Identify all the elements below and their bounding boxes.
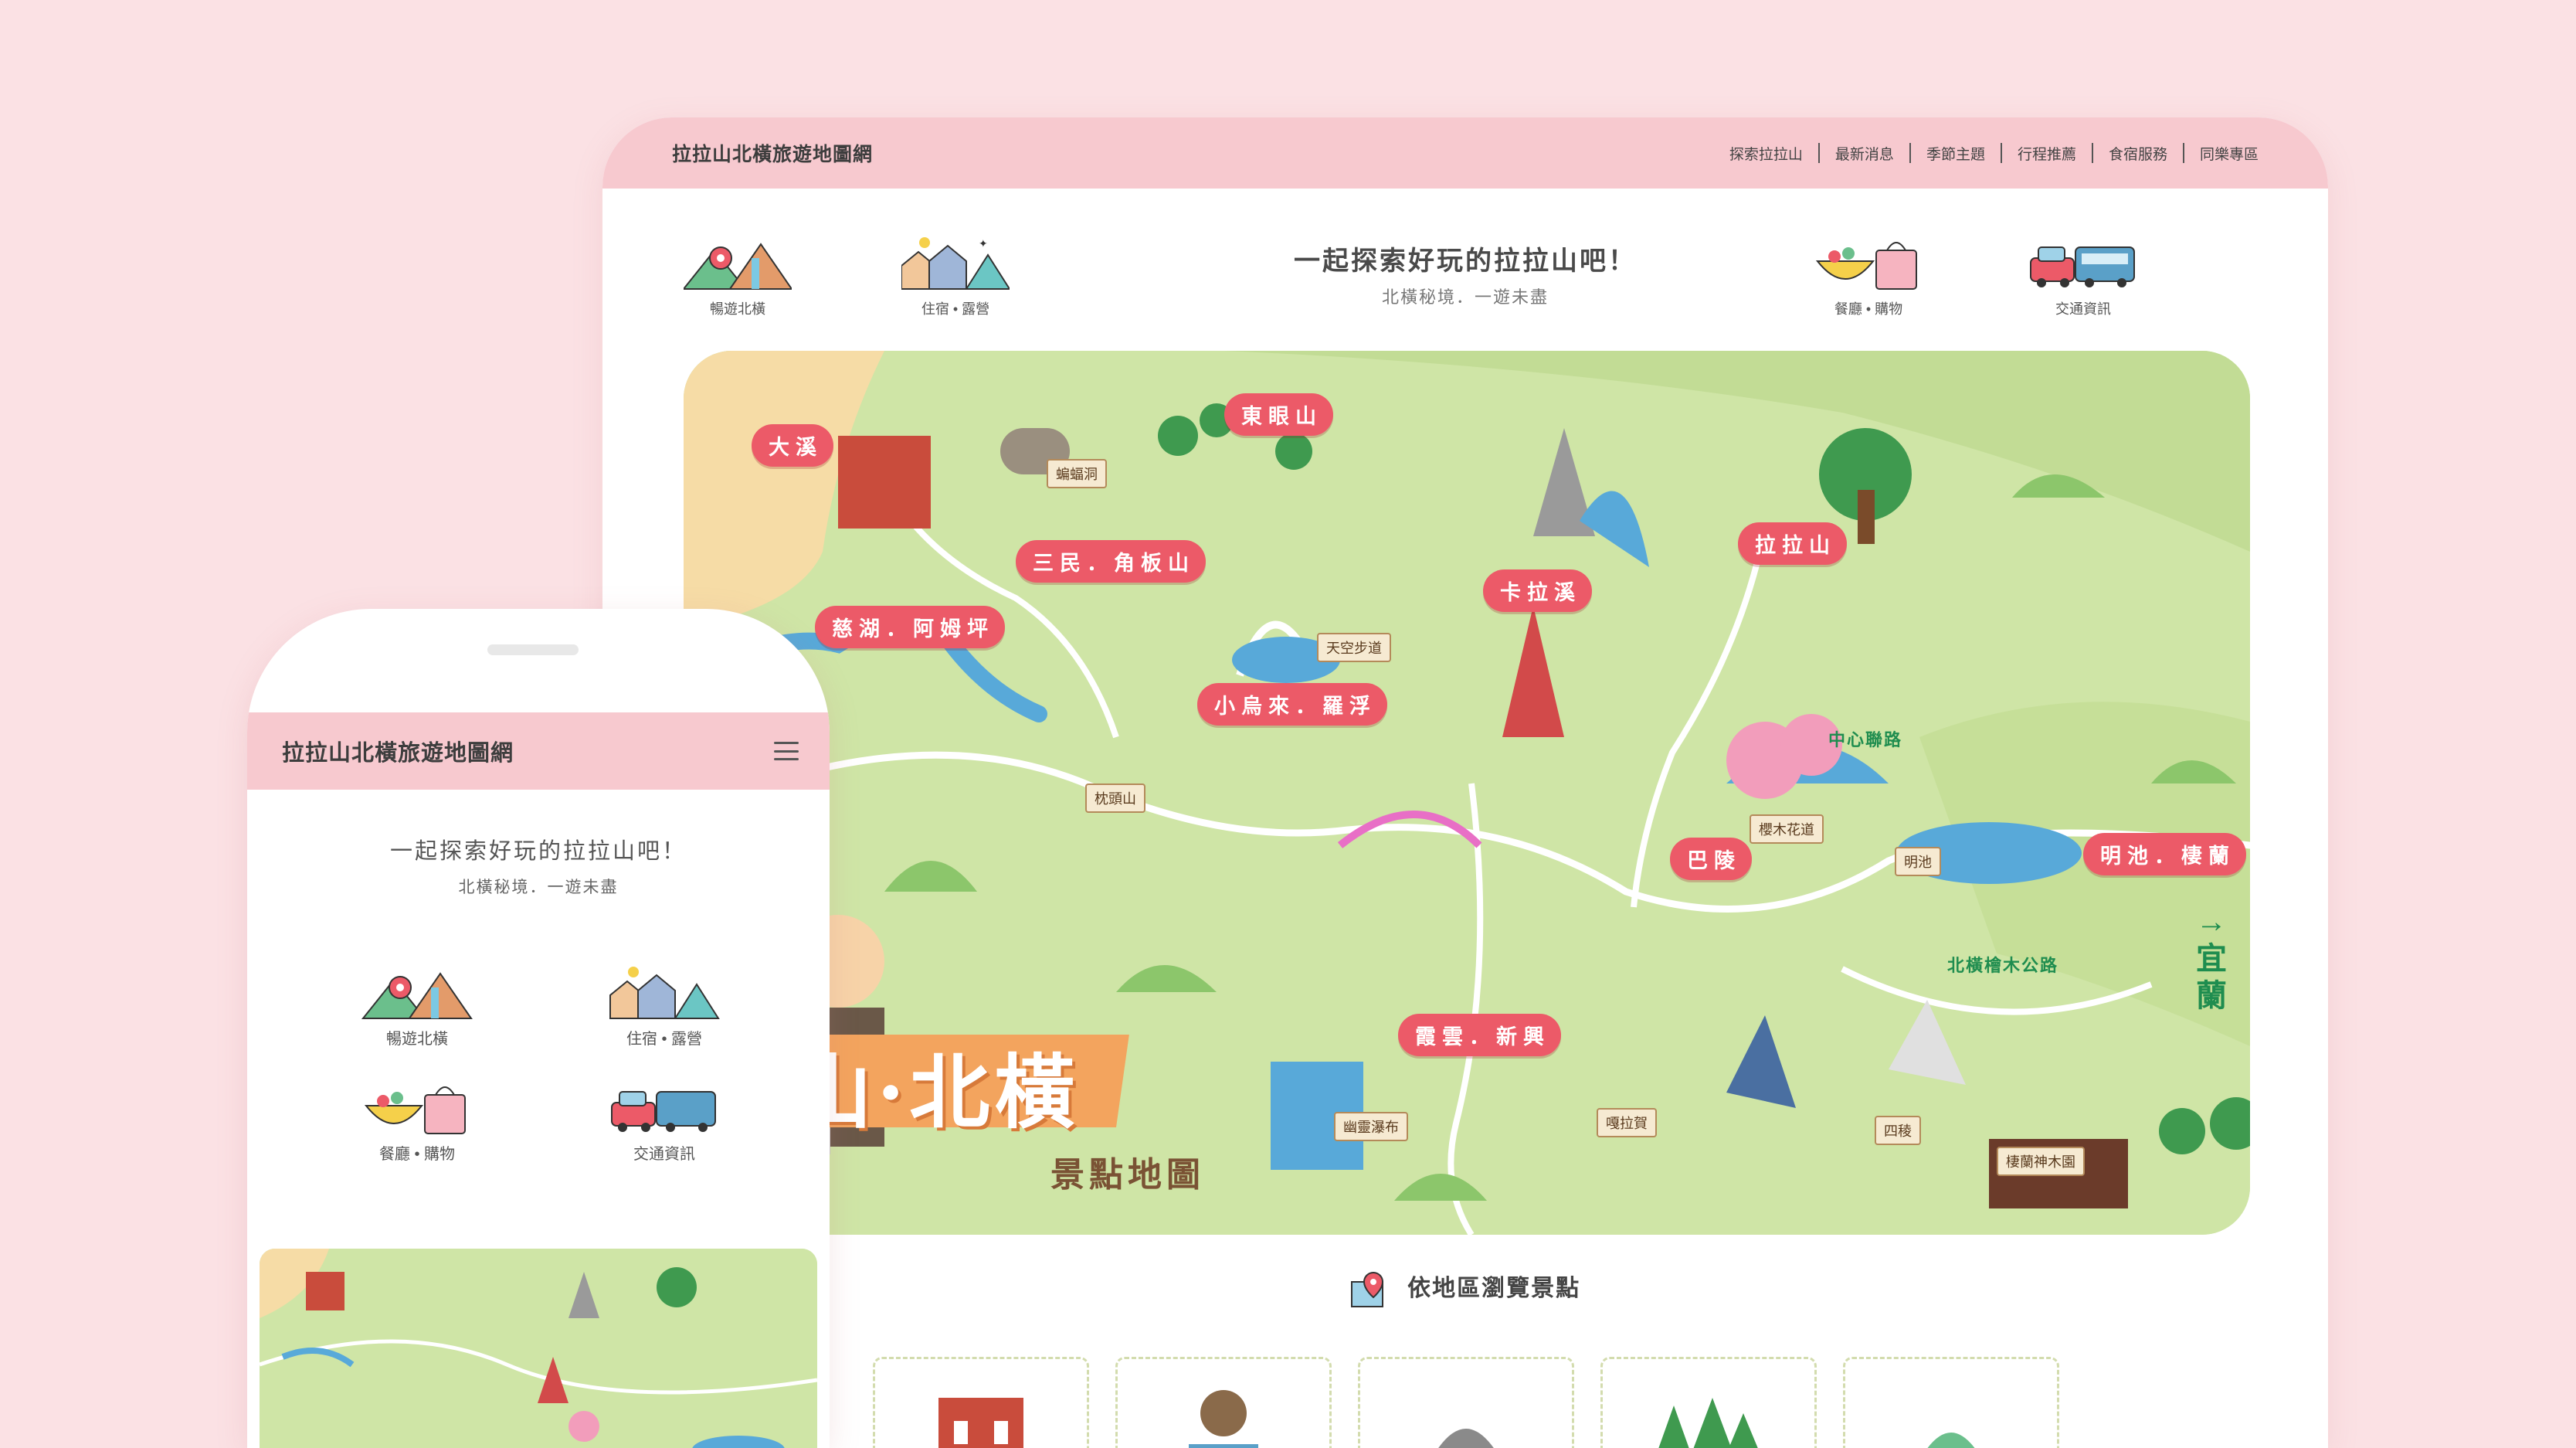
mobile-quick-link-transport[interactable]: 交通資訊 xyxy=(541,1079,788,1164)
mobile-header: 拉拉山北橫旅遊地圖網 xyxy=(247,712,830,790)
hamburger-menu-icon[interactable] xyxy=(774,742,799,760)
mobile-quick-link-tour[interactable]: 暢遊北橫 xyxy=(294,964,541,1049)
region-card-dongyanshan[interactable] xyxy=(1600,1357,1817,1448)
road-label-center: 中心聯路 xyxy=(1828,730,1903,749)
sign-cherry-road: 櫻木花道 xyxy=(1750,814,1824,844)
mobile-quick-link-food[interactable]: 餐廳 • 購物 xyxy=(294,1079,541,1164)
mobile-map-illustration xyxy=(260,1249,817,1448)
mobile-quick-links: 暢遊北橫 住宿 • 露營 餐廳 • 購物 交通資訊 xyxy=(294,964,788,1164)
map-subtitle: 景點地圖 xyxy=(1050,1155,1205,1195)
sign-bat-cave: 蝙蝠洞 xyxy=(1047,459,1107,488)
mobile-hero-title: 一起探索好玩的拉拉山吧！ xyxy=(389,839,687,864)
cave-illustration xyxy=(1438,1429,1494,1448)
sign-galahe: 嘎拉賀 xyxy=(1597,1108,1657,1137)
mobile-hero: 一起探索好玩的拉拉山吧！ 北橫秘境．一遊未盡 xyxy=(247,833,830,898)
nav-fun-zone[interactable]: 同樂專區 xyxy=(2184,143,2259,164)
site-logo[interactable]: 拉拉山北橫旅遊地圖網 xyxy=(672,139,873,167)
sign-qilan-tree-park: 棲蘭神木園 xyxy=(1997,1147,2085,1176)
map-pin-kala[interactable]: 卡拉溪 xyxy=(1483,569,1592,612)
mobile-quick-link-label: 住宿 • 露營 xyxy=(626,1031,703,1048)
mobile-hero-subtitle: 北橫秘境．一遊未盡 xyxy=(458,879,619,896)
map-pin-icon xyxy=(1350,1272,1383,1308)
region-card-cihu[interactable] xyxy=(1115,1357,1332,1448)
map-pin-lalashan[interactable]: 拉拉山 xyxy=(1738,522,1847,565)
statue-illustration xyxy=(1189,1390,1258,1448)
car-bus-icon xyxy=(611,1091,716,1132)
sign-sky-walk: 天空步道 xyxy=(1317,633,1391,662)
region-card-sanmin[interactable] xyxy=(1358,1357,1574,1448)
road-label-north-cross: 北橫檜木公路 xyxy=(1947,956,2059,975)
mobile-quick-link-label: 餐廳 • 購物 xyxy=(378,1146,456,1163)
building-illustration xyxy=(938,1398,1023,1448)
map-pin-xiaowulai-luofu[interactable]: 小烏來．羅浮 xyxy=(1197,683,1387,726)
skywalk-illustration xyxy=(1927,1433,1975,1448)
mobile-quick-link-lodging[interactable]: 住宿 • 露營 xyxy=(541,964,788,1049)
region-cards xyxy=(873,1357,2059,1448)
nav-explore[interactable]: 探索拉拉山 xyxy=(1714,143,1818,164)
nav-seasonal[interactable]: 季節主題 xyxy=(1911,143,2001,164)
sign-mingchi: 明池 xyxy=(1895,847,1941,876)
hero-subtitle: 北橫秘境．一遊未盡 xyxy=(1381,287,1549,307)
map-pin-daxi[interactable]: 大溪 xyxy=(752,424,833,467)
quick-links-bar: 暢遊北橫 ✦ 住宿 • 露營 餐廳 • 購物 交通資訊 一起探索好玩的拉拉山吧！… xyxy=(602,189,2328,343)
nav-news[interactable]: 最新消息 xyxy=(1820,143,1909,164)
sign-ghost-falls: 幽靈瀑布 xyxy=(1334,1112,1408,1141)
mobile-tourist-map[interactable] xyxy=(260,1249,817,1448)
mobile-mockup: 拉拉山北橫旅遊地圖網 一起探索好玩的拉拉山吧！ 北橫秘境．一遊未盡 暢遊北橫 住… xyxy=(247,609,830,1448)
map-pin-baling[interactable]: 巴陵 xyxy=(1670,838,1752,880)
map-pin-mingchi-qilan[interactable]: 明池．棲蘭 xyxy=(2083,833,2246,875)
map-pin-sanmin-jiaobanshan[interactable]: 三民．角板山 xyxy=(1016,540,1206,583)
sign-siling: 四稜 xyxy=(1875,1116,1921,1145)
section-title: 依地區瀏覽景點 xyxy=(1407,1276,1581,1301)
mobile-quick-link-label: 交通資訊 xyxy=(633,1146,695,1163)
region-card-xiaowulai[interactable] xyxy=(1843,1357,2059,1448)
hero-title: 一起探索好玩的拉拉山吧！ xyxy=(1294,246,1637,276)
phone-speaker xyxy=(487,644,579,655)
hero-text: 一起探索好玩的拉拉山吧！ 北橫秘境．一遊未盡 xyxy=(602,240,2328,308)
sign-zhentoushan: 枕頭山 xyxy=(1085,783,1145,813)
main-nav: 探索拉拉山 最新消息 季節主題 行程推薦 食宿服務 同樂專區 xyxy=(1714,143,2259,164)
region-card-daxi[interactable] xyxy=(873,1357,1089,1448)
forest-illustration xyxy=(1658,1398,1758,1448)
nav-food-lodging[interactable]: 食宿服務 xyxy=(2093,143,2183,164)
nav-itinerary[interactable]: 行程推薦 xyxy=(2002,143,2092,164)
mobile-site-logo[interactable]: 拉拉山北橫旅遊地圖網 xyxy=(282,735,514,767)
map-pin-dongyanshan[interactable]: 東眼山 xyxy=(1224,393,1333,436)
tourist-map[interactable]: 大溪 東眼山 三民．角板山 慈湖．阿姆坪 卡拉溪 拉拉山 小烏來．羅浮 巴陵 明… xyxy=(684,351,2250,1235)
direction-yilan: →宜蘭 xyxy=(2196,905,2227,1013)
desktop-header: 拉拉山北橫旅遊地圖網 探索拉拉山 最新消息 季節主題 行程推薦 食宿服務 同樂專… xyxy=(602,117,2328,189)
houses-tent-icon xyxy=(609,967,720,1019)
map-pin-cihu-amuping[interactable]: 慈湖．阿姆坪 xyxy=(815,606,1005,648)
food-bag-icon xyxy=(364,1086,466,1134)
mountain-pin-icon xyxy=(361,972,473,1019)
mobile-quick-link-label: 暢遊北橫 xyxy=(386,1031,448,1048)
map-pin-xiayun-xinxing[interactable]: 霞雲．新興 xyxy=(1398,1014,1561,1056)
browse-by-region-heading: 依地區瀏覽景點 xyxy=(602,1269,2328,1308)
desktop-mockup: 拉拉山北橫旅遊地圖網 探索拉拉山 最新消息 季節主題 行程推薦 食宿服務 同樂專… xyxy=(602,117,2328,1448)
